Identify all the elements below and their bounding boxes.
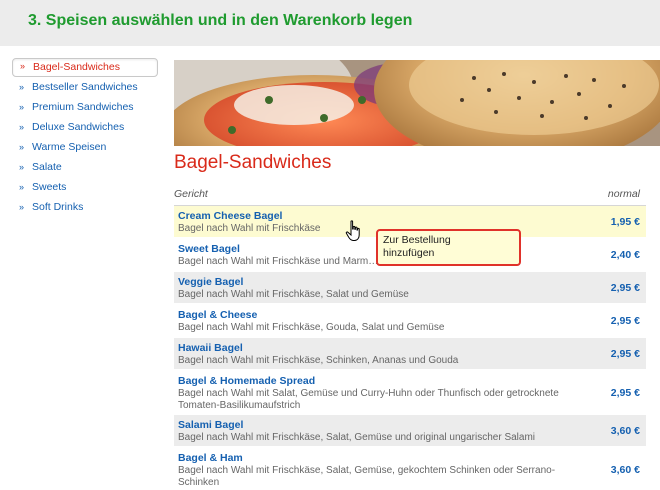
chevron-right-icon: »	[19, 122, 25, 132]
sidebar-item-bagel-sandwiches[interactable]: » Bagel-Sandwiches	[12, 58, 158, 77]
section-title: Bagel-Sandwiches	[174, 152, 332, 173]
dish-price[interactable]: 3,60 €	[611, 415, 640, 448]
sidebar-item-soft-drinks[interactable]: » Soft Drinks	[12, 197, 158, 217]
sidebar-item-premium-sandwiches[interactable]: » Premium Sandwiches	[12, 97, 158, 117]
dish-description: Bagel nach Wahl mit Frischkäse, Salat, G…	[178, 432, 536, 443]
sidebar-item-label: Sweets	[32, 181, 67, 193]
sidebar-item-label: Bagel-Sandwiches	[33, 61, 120, 73]
add-to-order-tooltip: Zur Bestellung hinzufügen	[376, 229, 521, 266]
table-row[interactable]: Bagel & Homemade Spread Bagel nach Wahl …	[174, 371, 646, 415]
category-sidebar: » Bagel-Sandwiches » Bestseller Sandwiches…	[12, 58, 158, 217]
tooltip-line-2: hinzufügen	[383, 247, 435, 259]
dish-description: Bagel nach Wahl mit Frischkäse, Gouda, S…	[178, 322, 445, 333]
sidebar-item-label: Salate	[32, 161, 62, 173]
sidebar-item-label: Warme Speisen	[32, 141, 107, 153]
dish-description: Bagel nach Wahl mit Frischkäse, Salat un…	[178, 289, 409, 300]
chevron-right-icon: »	[19, 182, 25, 192]
table-row[interactable]: Salami Bagel Bagel nach Wahl mit Frischk…	[174, 415, 646, 448]
sidebar-item-label: Premium Sandwiches	[32, 101, 134, 113]
dish-description: Bagel nach Wahl mit Salat, Gemüse und Cu…	[178, 388, 559, 411]
dish-name[interactable]: Bagel & Cheese	[178, 309, 257, 321]
bagel-banner-image	[174, 60, 660, 146]
chevron-right-icon: »	[20, 61, 26, 71]
table-row[interactable]: Veggie Bagel Bagel nach Wahl mit Frischk…	[174, 272, 646, 305]
dish-price[interactable]: 1,95 €	[611, 206, 640, 239]
tooltip-line-1: Zur Bestellung	[383, 234, 451, 246]
dish-name[interactable]: Cream Cheese Bagel	[178, 210, 282, 222]
dish-name[interactable]: Veggie Bagel	[178, 276, 243, 288]
dish-name[interactable]: Hawaii Bagel	[178, 342, 243, 354]
sidebar-item-warme-speisen[interactable]: » Warme Speisen	[12, 137, 158, 157]
column-header-price: normal	[607, 188, 640, 200]
table-row[interactable]: Bagel & Cheese Bagel nach Wahl mit Frisc…	[174, 305, 646, 338]
column-header-dish: Gericht	[174, 188, 208, 200]
sidebar-item-salate[interactable]: » Salate	[12, 157, 158, 177]
header-bar: 3. Speisen auswählen und in den Warenkor…	[0, 0, 660, 46]
dish-name[interactable]: Salami Bagel	[178, 419, 243, 431]
table-row[interactable]: Bagel & Ham Bagel nach Wahl mit Frischkä…	[174, 448, 646, 490]
chevron-right-icon: »	[19, 102, 25, 112]
dish-price[interactable]: 2,95 €	[611, 338, 640, 371]
chevron-right-icon: »	[19, 142, 25, 152]
dish-name[interactable]: Bagel & Homemade Spread	[178, 375, 315, 387]
sidebar-item-label: Soft Drinks	[32, 201, 84, 213]
dish-price[interactable]: 2,95 €	[611, 305, 640, 338]
dish-price[interactable]: 2,40 €	[611, 239, 640, 272]
dish-price[interactable]: 3,60 €	[611, 448, 640, 490]
chevron-right-icon: »	[19, 202, 25, 212]
dish-description: Bagel nach Wahl mit Frischkäse, Schinken…	[178, 355, 459, 366]
table-header: Gericht normal	[174, 182, 646, 206]
step-title: 3. Speisen auswählen und in den Warenkor…	[28, 12, 413, 29]
chevron-right-icon: »	[19, 82, 25, 92]
sidebar-item-label: Bestseller Sandwiches	[32, 81, 138, 93]
dish-price[interactable]: 2,95 €	[611, 371, 640, 415]
dish-price[interactable]: 2,95 €	[611, 272, 640, 305]
chevron-right-icon: »	[19, 162, 25, 172]
sidebar-item-sweets[interactable]: » Sweets	[12, 177, 158, 197]
sidebar-item-label: Deluxe Sandwiches	[32, 121, 125, 133]
dish-name[interactable]: Bagel & Ham	[178, 452, 243, 464]
sidebar-item-deluxe-sandwiches[interactable]: » Deluxe Sandwiches	[12, 117, 158, 137]
sidebar-item-bestseller-sandwiches[interactable]: » Bestseller Sandwiches	[12, 77, 158, 97]
bagel-photo	[174, 60, 660, 146]
hand-pointer-icon	[345, 220, 360, 241]
dish-description: Bagel nach Wahl mit Frischkäse, Salat, G…	[178, 465, 556, 488]
table-row[interactable]: Hawaii Bagel Bagel nach Wahl mit Frischk…	[174, 338, 646, 371]
dish-name[interactable]: Sweet Bagel	[178, 243, 240, 255]
